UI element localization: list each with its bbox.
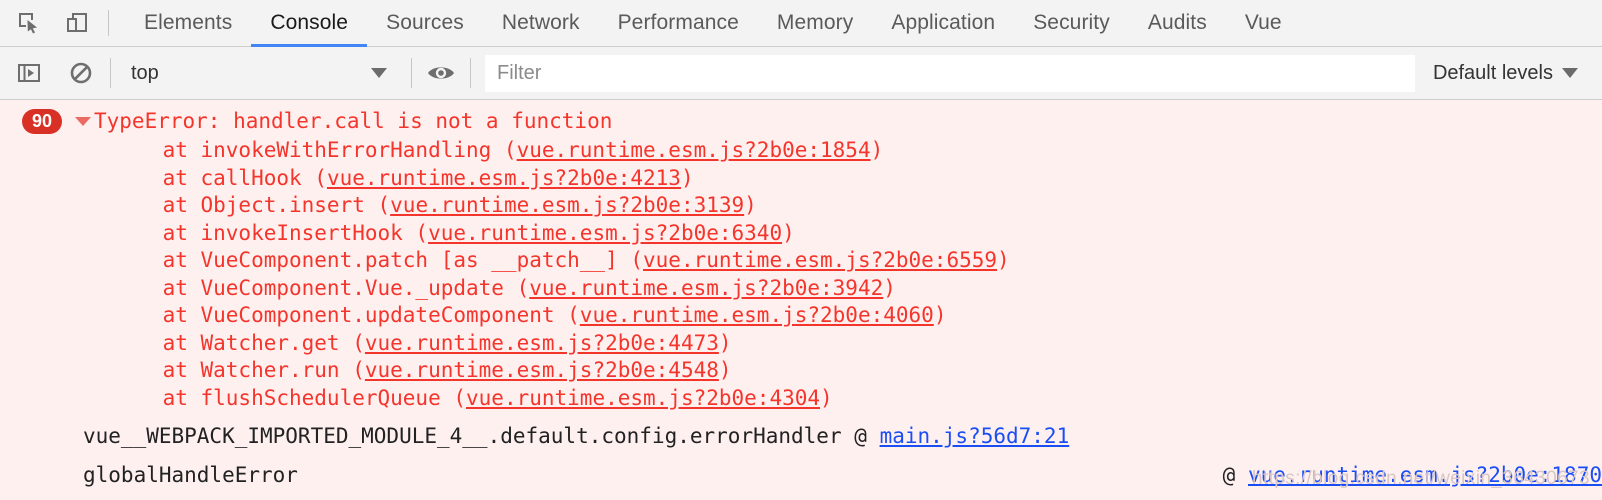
console-sidebar-icon[interactable] <box>14 58 44 88</box>
clear-console-icon[interactable] <box>66 58 96 88</box>
stack-frame: at invokeInsertHook (vue.runtime.esm.js?… <box>0 220 1602 248</box>
error-origin-text: globalHandleError <box>83 462 298 487</box>
stack-frame-link[interactable]: vue.runtime.esm.js?2b0e:6559 <box>643 248 997 272</box>
error-origin-location: @ vue.runtime.esm.js?2b0e:1870 <box>1223 462 1602 490</box>
error-count-badge[interactable]: 90 <box>22 109 62 134</box>
console-filterbar-icons <box>14 58 96 88</box>
tab-label: Performance <box>617 11 739 34</box>
tab-label: Audits <box>1147 11 1207 34</box>
error-origin-row: globalHandleError @ vue.runtime.esm.js?2… <box>0 462 1602 490</box>
console-error-message[interactable]: 90 TypeError: handler.call is not a func… <box>0 108 1602 137</box>
log-levels-dropdown[interactable]: Default levels <box>1415 62 1592 85</box>
tab-vue[interactable]: Vue <box>1226 0 1301 47</box>
stack-frame-suffix: ) <box>744 193 757 217</box>
stack-frame-link[interactable]: vue.runtime.esm.js?2b0e:3942 <box>529 276 883 300</box>
console-message-list: 90 TypeError: handler.call is not a func… <box>0 100 1602 500</box>
filterbar-divider-2 <box>411 58 412 88</box>
stack-frame-suffix: ) <box>870 138 884 162</box>
filterbar-divider-3 <box>470 58 471 88</box>
tab-label: Memory <box>776 11 854 34</box>
stack-frame: at Watcher.get (vue.runtime.esm.js?2b0e:… <box>0 330 1602 358</box>
tab-console[interactable]: Console <box>251 0 367 47</box>
tab-label: Sources <box>386 11 464 34</box>
expand-triangle-icon[interactable] <box>75 117 91 126</box>
tab-label: Application <box>891 11 996 34</box>
tab-sources[interactable]: Sources <box>367 0 483 47</box>
log-levels-label: Default levels <box>1432 61 1553 84</box>
stack-frame-suffix: ) <box>997 248 1010 272</box>
stack-frame: at invokeWithErrorHandling (vue.runtime.… <box>0 137 1602 165</box>
stack-frame-link[interactable]: vue.runtime.esm.js?2b0e:4060 <box>580 303 934 327</box>
error-origin-location: @ main.js?56d7:21 <box>842 423 1070 451</box>
tab-application[interactable]: Application <box>872 0 1014 47</box>
stack-frame-text: at VueComponent.updateComponent ( <box>112 303 580 327</box>
stack-frame: at VueComponent.Vue._update (vue.runtime… <box>0 275 1602 303</box>
tab-memory[interactable]: Memory <box>758 0 872 47</box>
stack-frame-suffix: ) <box>718 358 732 382</box>
filterbar-divider-1 <box>110 58 111 88</box>
devtools-window: Elements Console Sources Network Perform… <box>0 0 1602 500</box>
console-filterbar: top Default levels <box>0 47 1602 100</box>
stack-frame-suffix: ) <box>782 220 795 245</box>
stack-frame-suffix: ) <box>680 165 694 190</box>
chevron-down-icon <box>371 68 387 78</box>
at-symbol: @ <box>854 424 867 448</box>
chevron-down-icon <box>1562 68 1578 78</box>
stack-frame: at VueComponent.updateComponent (vue.run… <box>0 302 1602 330</box>
stack-frame: at callHook (vue.runtime.esm.js?2b0e:421… <box>0 165 1602 193</box>
tab-performance[interactable]: Performance <box>599 0 758 47</box>
tab-network[interactable]: Network <box>483 0 599 47</box>
inspect-element-icon[interactable] <box>14 8 44 38</box>
tab-label: Security <box>1033 11 1110 34</box>
tab-elements[interactable]: Elements <box>125 0 251 47</box>
stack-frame-suffix: ) <box>933 303 947 327</box>
stack-frame: at flushSchedulerQueue (vue.runtime.esm.… <box>0 385 1602 413</box>
stack-frame-text: at VueComponent.patch [as __patch__] ( <box>112 248 644 272</box>
execution-context-select[interactable]: top <box>125 56 397 90</box>
devtools-tabbar: Elements Console Sources Network Perform… <box>0 0 1602 47</box>
device-toolbar-icon[interactable] <box>62 8 92 38</box>
tab-security[interactable]: Security <box>1014 0 1129 47</box>
stack-frame-link[interactable]: vue.runtime.esm.js?2b0e:4548 <box>365 358 719 382</box>
stack-frame-text: at Watcher.get ( <box>112 330 365 355</box>
eye-icon[interactable] <box>426 58 456 88</box>
devtools-tabs: Elements Console Sources Network Perform… <box>125 0 1301 47</box>
stack-frame-suffix: ) <box>718 330 732 355</box>
tabbar-divider <box>108 10 109 36</box>
stack-frame-link[interactable]: vue.runtime.esm.js?2b0e:1854 <box>517 138 871 162</box>
stack-frame-text: at invokeWithErrorHandling ( <box>112 138 517 162</box>
stack-frame: at Object.insert (vue.runtime.esm.js?2b0… <box>0 192 1602 220</box>
stack-frame-text: at Watcher.run ( <box>112 358 365 382</box>
stack-frame-text: at callHook ( <box>112 165 327 190</box>
stack-frame: at Watcher.run (vue.runtime.esm.js?2b0e:… <box>0 357 1602 385</box>
tab-label: Console <box>270 11 349 34</box>
stack-frame-link[interactable]: vue.runtime.esm.js?2b0e:4473 <box>365 331 719 355</box>
stack-frame: at VueComponent.patch [as __patch__] (vu… <box>0 247 1602 275</box>
stack-frame-text: at Object.insert ( <box>112 193 391 217</box>
error-title: TypeError: handler.call is not a functio… <box>94 109 613 133</box>
console-filter-input[interactable] <box>485 54 1415 92</box>
error-origin-link[interactable]: main.js?56d7:21 <box>880 424 1070 448</box>
stack-frame-text: at flushSchedulerQueue ( <box>112 385 467 410</box>
stack-frame-suffix: ) <box>820 385 833 410</box>
stack-frame-suffix: ) <box>883 275 896 300</box>
devtools-tool-icons <box>0 8 92 38</box>
stack-frame-text: at VueComponent.Vue._update ( <box>112 275 530 300</box>
error-origin-text: vue__WEBPACK_IMPORTED_MODULE_4__.default… <box>83 424 842 448</box>
stack-frame-text: at invokeInsertHook ( <box>112 220 429 245</box>
tab-label: Elements <box>144 11 233 34</box>
at-symbol: @ <box>1222 462 1236 487</box>
stack-frame-link[interactable]: vue.runtime.esm.js?2b0e:3139 <box>390 193 744 217</box>
stack-frame-link[interactable]: vue.runtime.esm.js?2b0e:4304 <box>466 386 820 410</box>
tab-audits[interactable]: Audits <box>1129 0 1226 47</box>
stack-frame-link[interactable]: vue.runtime.esm.js?2b0e:4213 <box>327 166 681 190</box>
error-origin-row: vue__WEBPACK_IMPORTED_MODULE_4__.default… <box>0 423 1602 451</box>
error-origin-link[interactable]: vue.runtime.esm.js?2b0e:1870 <box>1248 463 1602 487</box>
tab-label: Network <box>501 11 580 34</box>
execution-context-value: top <box>131 61 159 84</box>
tab-label: Vue <box>1244 11 1282 34</box>
stack-frame-link[interactable]: vue.runtime.esm.js?2b0e:6340 <box>428 221 782 245</box>
